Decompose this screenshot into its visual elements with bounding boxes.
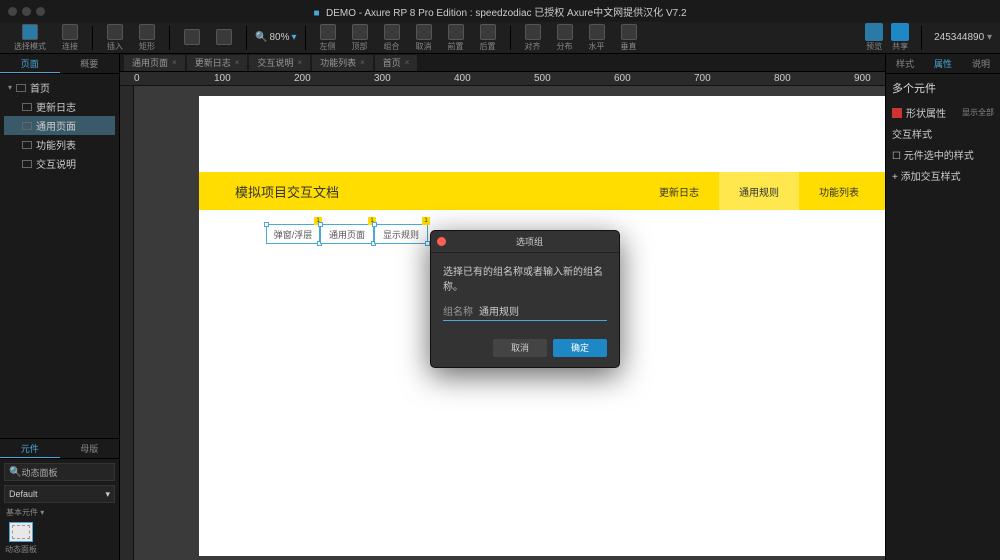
tab-style[interactable]: 样式 [886,54,924,73]
tab-masters[interactable]: 母版 [60,439,120,458]
file-tab[interactable]: 首页× [375,55,418,71]
option-group-dialog: 选项组 选择已有的组名称或者输入新的组名称。 组名称 通用规则 取消 确定 [430,230,620,368]
align[interactable]: 对齐 [519,24,547,52]
tab-props[interactable]: 属性 [924,54,962,73]
tree-item[interactable]: 更新日志 [4,97,115,116]
file-tab[interactable]: 交互说明× [249,55,310,71]
widget-category: 基本元件 ▾ [0,507,119,518]
window-title: ■ DEMO - Axure RP 8 Pro Edition : speedz… [313,4,686,19]
horiz[interactable]: 水平 [583,24,611,52]
dialog-message: 选择已有的组名称或者输入新的组名称。 [443,263,607,293]
dialog-close-icon[interactable] [437,237,446,246]
zoom-control[interactable]: 🔍 80% ▾ [255,32,297,43]
distribute[interactable]: 分布 [551,24,579,52]
tree-item[interactable]: 功能列表 [4,135,115,154]
close-icon[interactable]: × [405,55,410,71]
title-text: DEMO - Axure RP 8 Pro Edition : speedzod… [326,8,687,19]
inspector-row[interactable]: ☐ 元件选中的样式 [892,144,994,165]
front[interactable]: 前置 [442,24,470,52]
tab-pages[interactable]: 页面 [0,54,60,73]
tool-redo[interactable] [210,29,238,46]
inspector-row[interactable]: + 添加交互样式 [892,165,994,186]
title-icon: ■ [313,8,319,19]
share-button[interactable] [891,23,909,41]
inspector-row[interactable]: 交互样式 [892,123,994,144]
file-tab[interactable]: 通用页面× [124,55,185,71]
tree-item[interactable]: 通用页面 [4,116,115,135]
selected-widget[interactable]: 显示规则1 [374,224,428,244]
close-icon[interactable]: × [172,55,177,71]
tab-notes[interactable]: 说明 [962,54,1000,73]
cancel-button[interactable]: 取消 [493,339,547,357]
ungroup[interactable]: 取消 [410,24,438,52]
tree-root[interactable]: ▾ 首页 [4,78,115,97]
nav-item[interactable]: 通用规则 [719,172,799,210]
widget-search[interactable]: 🔍✕ [4,463,115,481]
selected-widget[interactable]: 弹窗/浮层1 [266,224,320,244]
field-value: 通用规则 [479,303,519,318]
selected-widget[interactable]: 通用页面1 [320,224,374,244]
max-dot[interactable] [36,7,45,16]
inspector-title: 多个元件 [892,80,994,96]
window-controls [8,7,45,16]
inspector-row[interactable]: 形状属性显示全部 [892,102,994,123]
group[interactable]: 组合 [378,24,406,52]
nav-item[interactable]: 交互说明 [879,172,885,210]
file-tab[interactable]: 更新日志× [187,55,248,71]
close-icon[interactable]: × [360,55,365,71]
nav-item[interactable]: 更新日志 [639,172,719,210]
close-dot[interactable] [8,7,17,16]
ruler-vertical [120,86,134,560]
pages-panel-tabs: 页面 概要 [0,54,119,74]
tool-select[interactable]: 选择模式 [8,24,52,52]
tool-rect[interactable]: 矩形 [133,24,161,52]
tool-undo[interactable] [178,29,206,46]
ruler-horizontal: 0100200300400500600700800900 [120,72,885,86]
toolbar: 选择模式 连接 插入 矩形 🔍 80% ▾ 左侧 顶部 组合 取消 前置 后置 … [0,22,1000,54]
close-icon[interactable]: × [297,55,302,71]
file-tab[interactable]: 功能列表× [312,55,373,71]
close-icon[interactable]: × [235,55,240,71]
field-label: 组名称 [443,303,473,318]
tab-outline[interactable]: 概要 [60,54,120,73]
align-left[interactable]: 左侧 [314,24,342,52]
align-top[interactable]: 顶部 [346,24,374,52]
tab-widgets[interactable]: 元件 [0,439,60,458]
dialog-title: 选项组 [446,235,613,248]
group-name-field[interactable]: 组名称 通用规则 [443,301,607,321]
back[interactable]: 后置 [474,24,502,52]
widget-dynamic-panel[interactable]: 动态面板 [4,522,38,556]
hero-bar: 模拟项目交互文档 更新日志通用规则功能列表交互说明 [199,172,885,210]
pages-tree: ▾ 首页 更新日志 通用页面 功能列表 交互说明 [0,74,119,438]
coordinates: 245344890 ▾ [934,32,992,43]
vert[interactable]: 垂直 [615,24,643,52]
nav-item[interactable]: 功能列表 [799,172,879,210]
tree-item[interactable]: 交互说明 [4,154,115,173]
min-dot[interactable] [22,7,31,16]
file-tabs: 通用页面×更新日志×交互说明×功能列表×首页× [120,54,885,72]
tool-connect[interactable]: 连接 [56,24,84,52]
hero-title: 模拟项目交互文档 [235,182,339,201]
ok-button[interactable]: 确定 [553,339,607,357]
library-select[interactable]: Default [4,485,115,503]
preview-button[interactable] [865,23,883,41]
titlebar: ■ DEMO - Axure RP 8 Pro Edition : speedz… [0,0,1000,22]
tool-insert[interactable]: 插入 [101,24,129,52]
